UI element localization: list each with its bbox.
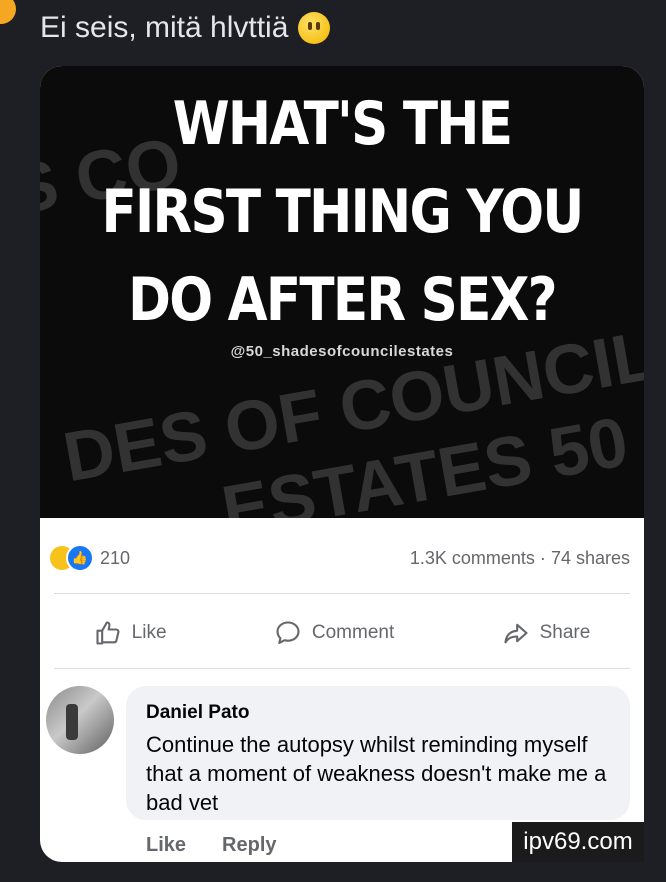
comment-text: Continue the autopsy whilst reminding my… <box>146 732 607 815</box>
comment-button[interactable]: Comment <box>274 619 394 647</box>
comment-bubble-icon <box>276 621 300 644</box>
comments-shares: 1.3K comments · 74 shares <box>410 544 630 572</box>
thumbs-up-icon <box>96 621 120 645</box>
comment-item: Daniel Pato Continue the autopsy whilst … <box>40 680 644 856</box>
meme-image[interactable]: S CO DES OF COUNCIL ESTATES 50 WHAT'S TH… <box>40 66 644 518</box>
divider <box>54 668 630 669</box>
like-label: Like <box>131 622 167 643</box>
reaction-count[interactable]: 210 <box>100 544 130 572</box>
comments-count[interactable]: 1.3K comments <box>410 548 535 568</box>
divider <box>54 593 630 594</box>
meme-headline-line: FIRST THING YOU <box>101 177 584 247</box>
comment-reply-button[interactable]: Reply <box>222 834 276 857</box>
comment-label: Comment <box>311 622 395 643</box>
shares-count[interactable]: 74 shares <box>551 548 630 568</box>
meme-handle: @50_shadesofcouncilestates <box>230 343 454 360</box>
meme-headline-line: WHAT'S THE <box>172 89 513 159</box>
caption-text: Ei seis, mitä hlvttiä <box>40 11 289 44</box>
stats-separator: · <box>539 548 546 568</box>
post-caption: Ei seis, mitä hlvttiä <box>40 8 331 48</box>
meme-headline: WHAT'S THE FIRST THING YOU DO AFTER SEX? <box>82 80 601 344</box>
share-button[interactable]: Share <box>502 619 591 647</box>
post-stats: 👍 210 1.3K comments · 74 shares <box>40 532 644 578</box>
like-reaction-icon[interactable]: 👍 <box>66 544 94 572</box>
comment-bubble: Daniel Pato Continue the autopsy whilst … <box>126 686 630 820</box>
reaction-emoji-partial <box>0 0 16 24</box>
meme-headline-line: DO AFTER SEX? <box>128 265 557 335</box>
shared-post-card: S CO DES OF COUNCIL ESTATES 50 WHAT'S TH… <box>40 66 644 862</box>
share-arrow-icon <box>504 623 528 644</box>
comment-like-button[interactable]: Like <box>146 834 186 857</box>
neutral-face-emoji-icon <box>298 12 331 44</box>
watermark: ipv69.com <box>512 822 644 862</box>
comment-author[interactable]: Daniel Pato <box>146 702 249 724</box>
comment-actions: Like Reply <box>146 834 277 857</box>
post-action-bar: Like Comment Share <box>40 606 644 660</box>
bottom-strip <box>40 866 644 882</box>
avatar[interactable] <box>46 686 114 754</box>
share-label: Share <box>539 622 591 643</box>
like-button[interactable]: Like <box>94 619 167 647</box>
